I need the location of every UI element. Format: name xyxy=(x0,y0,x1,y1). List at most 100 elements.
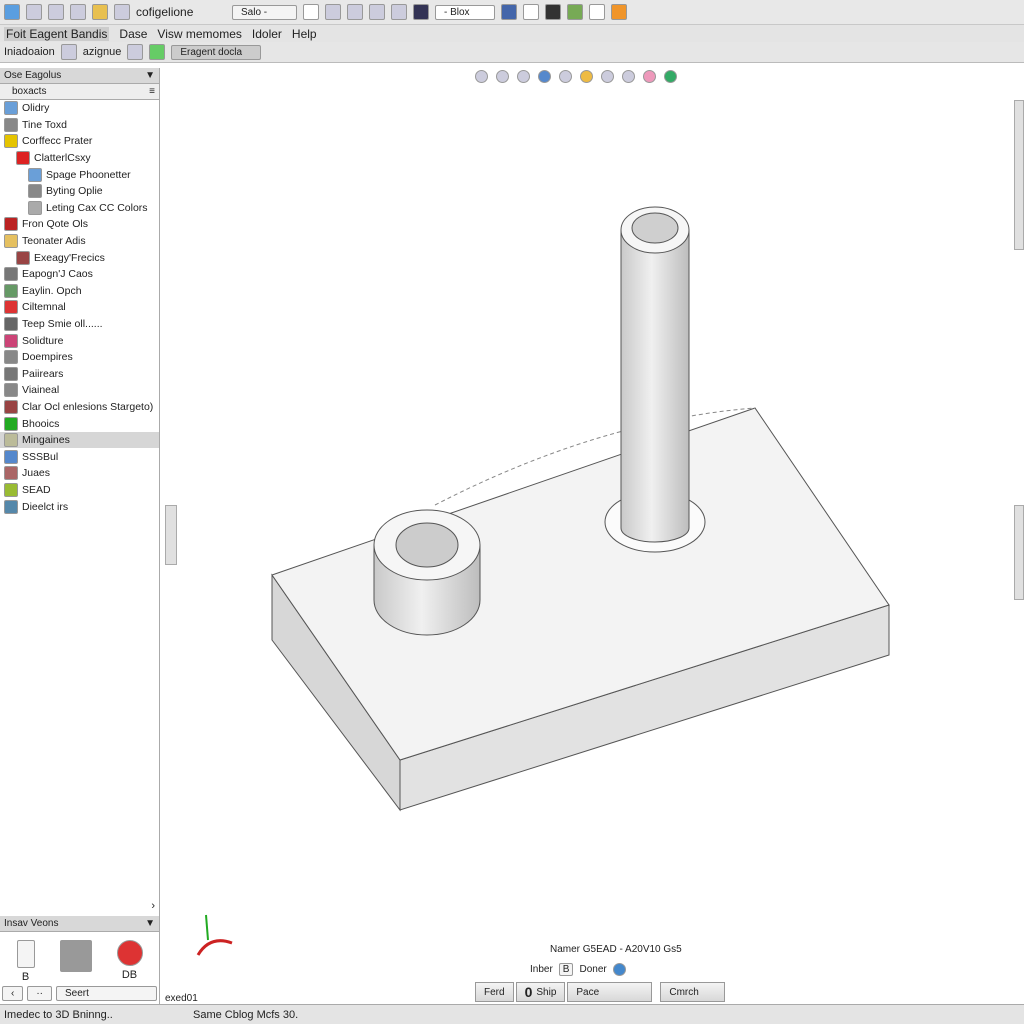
grid-icon[interactable] xyxy=(413,4,429,20)
back-button[interactable]: ·· xyxy=(27,986,53,1001)
menu-view[interactable]: Visw memomes xyxy=(157,27,241,41)
init-button[interactable]: Iniadoaion xyxy=(4,46,55,58)
select-button[interactable]: Seert xyxy=(56,986,157,1001)
measure-icon[interactable] xyxy=(369,4,385,20)
option-value[interactable]: B xyxy=(558,963,574,976)
hide-icon[interactable] xyxy=(559,70,572,83)
folder-icon[interactable] xyxy=(92,4,108,20)
tree-item[interactable]: Exeagy'Frecics xyxy=(0,249,159,266)
tree-item[interactable]: Dieelct irs xyxy=(0,498,159,515)
assembly-item[interactable] xyxy=(59,940,92,983)
tree-item[interactable]: Bhooics xyxy=(0,415,159,432)
collapse-icon[interactable]: ▼ xyxy=(145,70,155,81)
app-icon[interactable] xyxy=(4,4,20,20)
tree-item[interactable]: Teonater Adis xyxy=(0,233,159,250)
ship-label: Ship xyxy=(536,986,557,998)
tree-item[interactable]: Ciltemnal xyxy=(0,299,159,316)
tree-item[interactable]: Eaylin. Opch xyxy=(0,283,159,300)
settings-icon[interactable] xyxy=(664,70,677,83)
globe-icon[interactable] xyxy=(26,4,42,20)
pace-button[interactable]: Pace xyxy=(567,982,653,1002)
tree-item[interactable]: Spage Phoonetter xyxy=(0,166,159,183)
select-field[interactable]: Salo - xyxy=(232,4,297,20)
crunch-button[interactable]: Cmrch xyxy=(660,982,726,1002)
tree-item-label: Mingaines xyxy=(22,434,70,447)
export-icon[interactable] xyxy=(611,4,627,20)
display-icon[interactable] xyxy=(501,4,517,20)
feature-icon xyxy=(4,350,18,365)
section-icon[interactable] xyxy=(517,70,530,83)
3d-viewport[interactable]: exed01 Namer G5EAD - A20V10 Gs5 Inber B … xyxy=(165,65,1024,1004)
tree-item[interactable]: Doempires xyxy=(0,349,159,366)
menu-idoler[interactable]: Idoler xyxy=(252,27,282,41)
orient-icon[interactable] xyxy=(475,70,488,83)
window-icon[interactable] xyxy=(523,4,539,20)
tree-item[interactable]: Byting Oplie xyxy=(0,183,159,200)
panel-subtitle: boxacts xyxy=(12,86,47,97)
tree-item[interactable]: Olidry xyxy=(0,100,159,117)
config-icon[interactable] xyxy=(114,4,130,20)
zoom-icon[interactable] xyxy=(391,4,407,20)
tree-scrollbar[interactable]: › xyxy=(0,900,159,912)
count: 0 xyxy=(524,984,533,1000)
home-icon[interactable] xyxy=(580,70,593,83)
short-cylinder xyxy=(373,509,481,636)
tree-item[interactable]: Mingaines xyxy=(0,431,159,449)
tree-item[interactable]: Teep Smie oll...... xyxy=(0,316,159,333)
menu-help[interactable]: Help xyxy=(292,27,317,41)
tree-item[interactable]: SEAD xyxy=(0,482,159,499)
menu-icon[interactable]: ≡ xyxy=(149,86,155,97)
render-icon[interactable] xyxy=(643,70,656,83)
assign-button[interactable]: azignue xyxy=(83,46,122,58)
tree-item[interactable]: Fron Qote Ols xyxy=(0,216,159,233)
tree-item[interactable]: Viaineal xyxy=(0,382,159,399)
collapse-icon[interactable]: ▼ xyxy=(145,918,155,929)
image-icon[interactable] xyxy=(567,4,583,20)
right-taskpane[interactable] xyxy=(1014,100,1024,250)
filter-icon[interactable] xyxy=(347,4,363,20)
view-icon[interactable] xyxy=(538,70,551,83)
model-canvas[interactable] xyxy=(165,65,1024,1004)
left-collapse-tab[interactable] xyxy=(165,505,177,565)
part-item[interactable]: B xyxy=(16,940,35,983)
gear-icon[interactable] xyxy=(48,4,64,20)
appearance-icon[interactable] xyxy=(601,70,614,83)
tree-item[interactable]: Clar Ocl enlesions Stargeto) xyxy=(0,399,159,416)
menu-date[interactable]: Dase xyxy=(119,27,147,41)
feed-button[interactable]: Ferd xyxy=(475,982,514,1002)
refresh-icon[interactable] xyxy=(149,44,166,60)
right-taskpane-lower[interactable] xyxy=(1014,505,1024,600)
config-label[interactable]: cofigelione xyxy=(136,5,226,19)
tree-item[interactable]: Tine Toxd xyxy=(0,117,159,134)
tree-item[interactable]: SSSBul xyxy=(0,448,159,465)
tree-item[interactable]: Paiirears xyxy=(0,366,159,383)
tree-item[interactable]: Solidture xyxy=(0,332,159,349)
agent-docs-tab[interactable]: Eragent docla xyxy=(171,44,262,60)
chevron-right-icon[interactable]: › xyxy=(151,900,155,912)
ship-button[interactable]: 0 Ship xyxy=(515,982,566,1002)
search-icon[interactable] xyxy=(589,4,605,20)
globe-icon[interactable] xyxy=(612,963,626,976)
drawing-item[interactable]: DB xyxy=(116,940,143,983)
display-style-icon[interactable] xyxy=(496,70,509,83)
tree-item[interactable]: Eapogn'J Caos xyxy=(0,266,159,283)
tree-item-label: Spage Phoonetter xyxy=(46,168,131,181)
model-tab[interactable]: exed01 xyxy=(165,993,198,1004)
shape-icon[interactable] xyxy=(127,44,144,60)
option-label: Inber xyxy=(530,964,553,975)
scene-icon[interactable] xyxy=(622,70,635,83)
tool-icon[interactable] xyxy=(70,4,86,20)
tree-item[interactable]: Corffecc Prater xyxy=(0,133,159,150)
menu-file[interactable]: Foit Eagent Bandis xyxy=(4,26,110,41)
layers-icon[interactable] xyxy=(60,44,77,60)
tree-item[interactable]: ClatterlCsxy xyxy=(0,150,159,167)
save-icon[interactable] xyxy=(545,4,561,20)
mode-dropdown[interactable]: - Blox xyxy=(435,4,495,20)
pen-icon[interactable] xyxy=(303,4,319,20)
prev-button[interactable]: ‹ xyxy=(2,986,24,1001)
tree-item[interactable]: Leting Cax CC Colors xyxy=(0,200,159,217)
cut-icon[interactable] xyxy=(325,4,341,20)
tree-item[interactable]: Juaes xyxy=(0,465,159,482)
panel-title: Ose Eagolus xyxy=(4,70,62,81)
feature-tree-panel: Ose Eagolus ▼ boxacts ≡ Olidry Tine Toxd Cor… xyxy=(0,68,160,1004)
